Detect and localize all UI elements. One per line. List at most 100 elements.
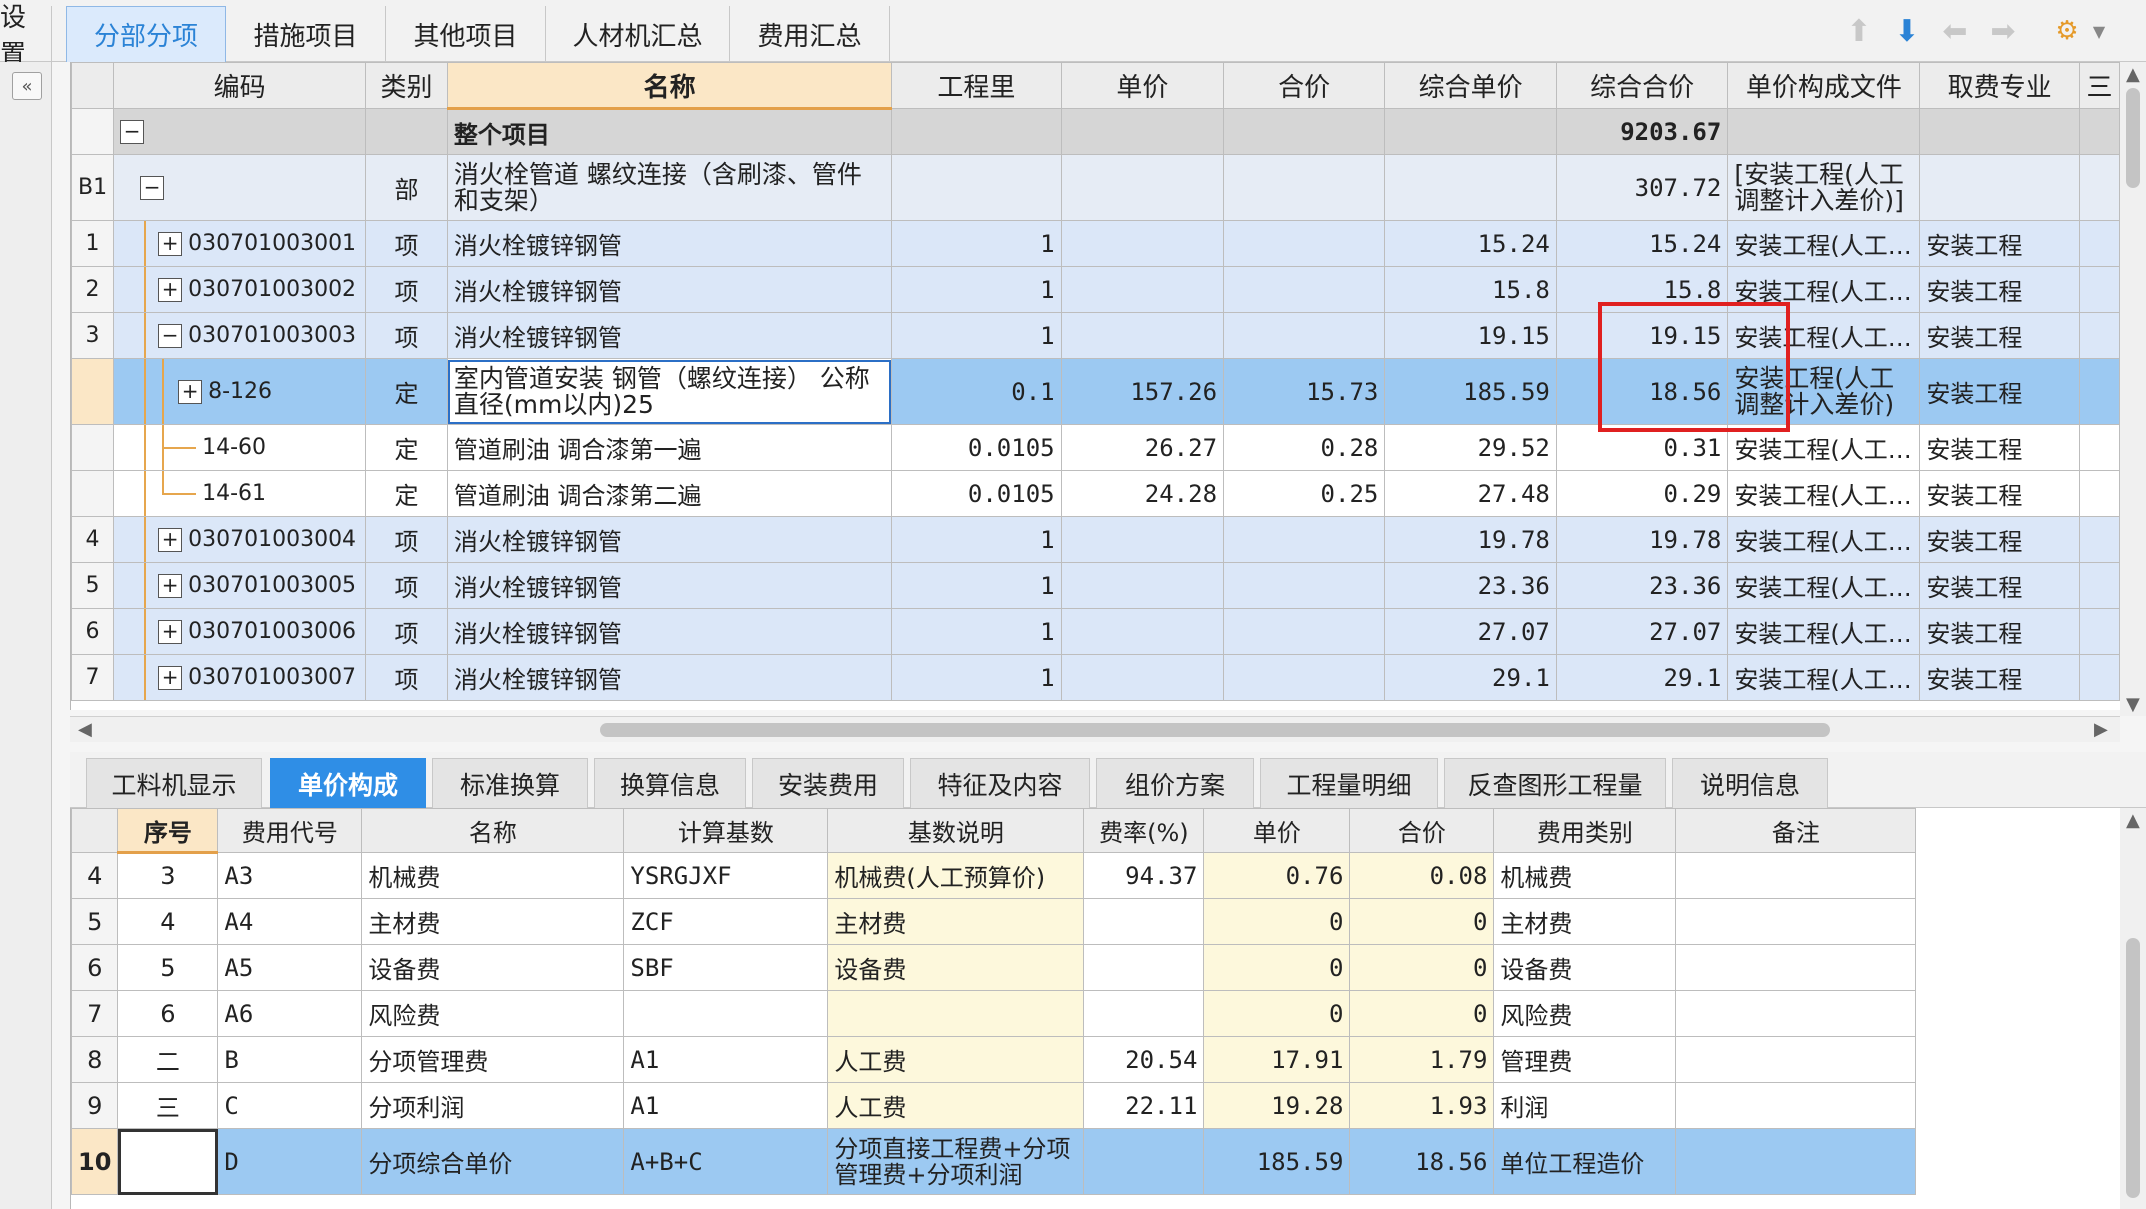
code-cell[interactable]: 14-61 [113,470,367,517]
composite-total-cell[interactable]: 0.29 [1555,470,1729,517]
horizontal-scrollbar[interactable]: ◀ ▶ [70,716,2120,742]
composite-total-cell[interactable]: 307.72 [1555,154,1729,221]
unit-price-cell[interactable] [1060,220,1225,267]
code-cell[interactable]: −030701003003 [113,312,367,359]
name-cell[interactable]: 分项综合单价 [361,1128,625,1195]
unit-price-cell[interactable]: 26.27 [1060,424,1225,471]
row-number[interactable] [71,470,115,517]
fee-specialty-cell[interactable]: 安装工程 [1919,654,2080,701]
composite-total-cell[interactable]: 23.36 [1555,562,1729,609]
composite-unit-price-cell[interactable]: 23.36 [1384,562,1557,609]
unit-price-cell[interactable] [1060,516,1225,563]
seq-cell[interactable]: 4 [117,898,219,945]
tab-installation-fee[interactable]: 安装费用 [752,758,904,808]
fee-category-cell[interactable]: 风险费 [1493,990,1677,1037]
unit-price-cell[interactable]: 0 [1203,990,1351,1037]
calc-base-cell[interactable]: YSRGJXF [623,852,829,899]
calc-base-cell[interactable]: ZCF [623,898,829,945]
rate-cell[interactable] [1083,990,1205,1037]
composite-total-cell[interactable]: 15.24 [1555,220,1729,267]
calc-base-cell[interactable]: A1 [623,1036,829,1083]
composite-unit-price-cell[interactable]: 29.1 [1384,654,1557,701]
table-row[interactable]: 6 5 A5 设备费 SBF 设备费 0 0 设备费 [71,944,1917,991]
arrow-down-icon[interactable]: ⬇ [1890,14,1924,49]
col-header-unit-price[interactable]: 单价 [1203,808,1351,853]
base-desc-cell[interactable]: 人工费 [827,1082,1085,1129]
name-cell[interactable]: 设备费 [361,944,625,991]
col-header-type[interactable]: 类别 [365,62,448,109]
quantity-cell[interactable]: 0.1 [891,358,1062,425]
tab-other-items[interactable]: 其他项目 [386,6,546,62]
rate-cell[interactable]: 94.37 [1083,852,1205,899]
table-row[interactable]: 4 +030701003004 项 消火栓镀锌钢管 1 19.78 19.78 … [71,516,2120,563]
fee-specialty-cell[interactable] [1919,154,2080,221]
total-price-cell[interactable]: 1.79 [1349,1036,1495,1083]
rate-cell[interactable] [1083,898,1205,945]
quantity-cell[interactable]: 1 [891,516,1062,563]
fee-code-cell[interactable]: D [217,1128,363,1195]
note-cell[interactable] [1675,1036,1917,1083]
total-price-cell[interactable] [1223,266,1386,313]
name-cell[interactable]: 消火栓镀锌钢管 [446,654,893,701]
fee-category-cell[interactable]: 机械费 [1493,852,1677,899]
price-file-cell[interactable]: 安装工程(人工… [1727,220,1921,267]
col-header-fee-code[interactable]: 费用代号 [217,808,363,853]
composite-unit-price-cell[interactable] [1384,108,1557,155]
quantity-cell[interactable] [891,154,1062,221]
scroll-up-icon[interactable]: ▲ [2126,810,2140,831]
price-file-cell[interactable]: 安装工程(人工… [1727,608,1921,655]
table-row-selected[interactable]: +8-126 定 室内管道安装 钢管（螺纹连接） 公称直径(mm以内)25 0.… [71,358,2120,425]
total-price-cell[interactable]: 0.08 [1349,852,1495,899]
row-number[interactable]: 7 [71,990,119,1037]
table-row[interactable]: 5 +030701003005 项 消火栓镀锌钢管 1 23.36 23.36 … [71,562,2120,609]
table-row[interactable]: 7 6 A6 风险费 0 0 风险费 [71,990,1917,1037]
name-cell[interactable]: 管道刷油 调合漆第一遍 [446,424,893,471]
col-header-base-desc[interactable]: 基数说明 [827,808,1085,853]
name-cell-editing[interactable]: 室内管道安装 钢管（螺纹连接） 公称直径(mm以内)25 [446,358,893,425]
total-price-cell[interactable] [1223,108,1386,155]
name-cell[interactable]: 机械费 [361,852,625,899]
col-header-seq[interactable]: 序号 [117,808,219,854]
unit-price-cell[interactable]: 157.26 [1060,358,1225,425]
col-header-fee-category[interactable]: 费用类别 [1493,808,1677,853]
seq-cell[interactable]: 三 [117,1082,219,1129]
type-cell[interactable]: 定 [365,424,448,471]
rate-cell[interactable]: 20.54 [1083,1036,1205,1083]
fee-specialty-cell[interactable]: 安装工程 [1919,608,2080,655]
total-price-cell[interactable]: 18.56 [1349,1128,1495,1195]
fee-specialty-cell[interactable]: 安装工程 [1919,516,2080,563]
expand-icon[interactable]: + [158,666,183,690]
quantity-cell[interactable]: 1 [891,608,1062,655]
row-number[interactable]: 7 [71,654,115,701]
name-cell[interactable]: 分项利润 [361,1082,625,1129]
price-file-cell[interactable]: 安装工程(人工… [1727,424,1921,471]
calc-base-cell[interactable]: SBF [623,944,829,991]
scrollbar-thumb[interactable] [2126,88,2140,188]
fee-category-cell[interactable]: 管理费 [1493,1036,1677,1083]
composite-total-cell[interactable]: 29.1 [1555,654,1729,701]
note-cell[interactable] [1675,898,1917,945]
composite-unit-price-cell[interactable]: 29.52 [1384,424,1557,471]
unit-price-cell[interactable]: 185.59 [1203,1128,1351,1195]
base-desc-cell[interactable]: 分项直接工程费+分项管理费+分项利润 [827,1128,1085,1195]
name-cell[interactable]: 分项管理费 [361,1036,625,1083]
vertical-scrollbar[interactable]: ▲ [2120,808,2146,1209]
seq-cell[interactable]: 3 [117,852,219,899]
col-header-note[interactable]: 备注 [1675,808,1917,853]
expand-icon[interactable]: + [158,232,183,256]
scroll-left-icon[interactable]: ◀ [78,719,92,740]
table-row[interactable]: 6 +030701003006 项 消火栓镀锌钢管 1 27.07 27.07 … [71,608,2120,655]
fee-code-cell[interactable]: C [217,1082,363,1129]
col-header-unit-price[interactable]: 单价 [1060,62,1225,109]
tab-description[interactable]: 说明信息 [1672,758,1828,808]
name-cell[interactable]: 消火栓镀锌钢管 [446,220,893,267]
fee-code-cell[interactable]: A3 [217,852,363,899]
table-row-selected[interactable]: 10 D 分项综合单价 A+B+C 分项直接工程费+分项管理费+分项利润 185… [71,1128,1917,1195]
composite-total-cell[interactable]: 15.8 [1555,266,1729,313]
type-cell[interactable]: 项 [365,312,448,359]
name-cell[interactable]: 消火栓镀锌钢管 [446,312,893,359]
tab-reverse-check-graphics[interactable]: 反查图形工程量 [1444,758,1666,808]
row-number[interactable]: 1 [71,220,115,267]
col-header-price-file[interactable]: 单价构成文件 [1727,62,1921,109]
table-row[interactable]: 5 4 A4 主材费 ZCF 主材费 0 0 主材费 [71,898,1917,945]
